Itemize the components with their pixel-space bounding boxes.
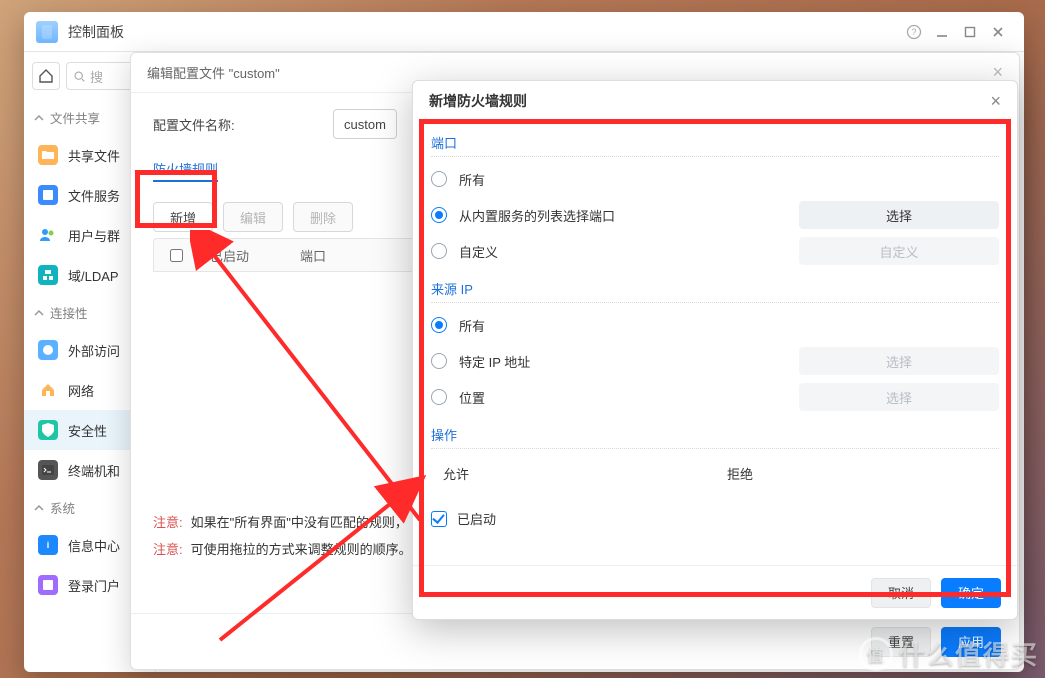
chevron-up-icon [34,503,44,513]
section-action: 操作 [431,425,999,449]
radio-port-all[interactable] [431,171,447,187]
firewall-rules-tab[interactable]: 防火墙规则 [153,159,218,182]
label-action-deny: 拒绝 [727,464,753,483]
cancel-button[interactable]: 取消 [871,578,931,608]
help-button[interactable]: ? [900,18,928,46]
sidebar-item-label: 用户与群 [68,226,120,245]
select-location-button: 选择 [799,383,999,411]
col-enabled: 已启动 [198,246,288,265]
home-icon [38,68,54,84]
ok-button[interactable]: 确定 [941,578,1001,608]
radio-port-builtin[interactable] [431,207,447,223]
app-icon [36,21,58,43]
radio-port-custom[interactable] [431,243,447,259]
section-port: 端口 [431,133,999,157]
maximize-button[interactable] [956,18,984,46]
label-source-location: 位置 [459,388,799,407]
select-all-checkbox[interactable] [170,249,183,262]
external-icon [38,340,58,360]
custom-port-button: 自定义 [799,237,999,265]
label-port-custom: 自定义 [459,242,799,261]
label-port-all: 所有 [459,170,999,189]
window-title: 控制面板 [68,22,124,42]
chevron-up-icon [34,308,44,318]
enabled-label: 已启动 [457,509,496,528]
add-firewall-rule-dialog: 新增防火墙规则 × 端口 所有 从内置服务的列表选择端口 选择 自定义 自定义 … [412,80,1018,620]
delete-rule-button[interactable]: 删除 [293,202,353,232]
label-source-all: 所有 [459,316,999,335]
radio-source-location[interactable] [431,389,447,405]
dialog-title: 编辑配置文件 "custom" [147,63,280,82]
radio-source-specific[interactable] [431,353,447,369]
reset-button[interactable]: 重置 [871,627,931,657]
sidebar-item-label: 安全性 [68,421,107,440]
sidebar-item-label: 文件服务 [68,186,120,205]
svg-text:i: i [47,540,50,550]
people-icon [38,225,58,245]
sidebar-item-label: 共享文件 [68,146,120,165]
folder-icon [38,145,58,165]
profile-name-input[interactable]: custom [333,109,397,139]
sidebar-item-label: 外部访问 [68,341,120,360]
chevron-up-icon [34,113,44,123]
edit-rule-button[interactable]: 编辑 [223,202,283,232]
ldap-icon [38,265,58,285]
section-source: 来源 IP [431,279,999,303]
network-icon [38,380,58,400]
close-icon[interactable]: × [990,91,1001,112]
select-ip-button: 选择 [799,347,999,375]
service-icon [38,185,58,205]
dialog-title: 新增防火墙规则 [429,91,527,111]
sidebar-item-label: 域/LDAP [68,266,119,285]
svg-text:?: ? [911,27,916,37]
sidebar-item-label: 信息中心 [68,536,120,555]
search-icon [73,70,86,83]
label-source-specific: 特定 IP 地址 [459,352,799,371]
close-button[interactable] [984,18,1012,46]
shield-icon [38,420,58,440]
enabled-checkbox[interactable] [431,511,447,527]
sidebar-item-label: 登录门户 [68,576,120,595]
portal-icon [38,575,58,595]
select-builtin-button[interactable]: 选择 [799,201,999,229]
home-button[interactable] [32,62,60,90]
add-rule-button[interactable]: 新增 [153,202,213,232]
sidebar-item-label: 终端机和 [68,461,120,480]
search-placeholder: 搜 [90,67,103,86]
window-titlebar: 控制面板 ? [24,12,1024,52]
sidebar-item-label: 网络 [68,381,94,400]
label-port-builtin: 从内置服务的列表选择端口 [459,206,799,225]
apply-button[interactable]: 应用 [941,627,1001,657]
minimize-button[interactable] [928,18,956,46]
terminal-icon [38,460,58,480]
label-action-allow: 允许 [443,464,469,483]
info-icon: i [38,535,58,555]
radio-source-all[interactable] [431,317,447,333]
profile-name-label: 配置文件名称: [153,115,313,134]
